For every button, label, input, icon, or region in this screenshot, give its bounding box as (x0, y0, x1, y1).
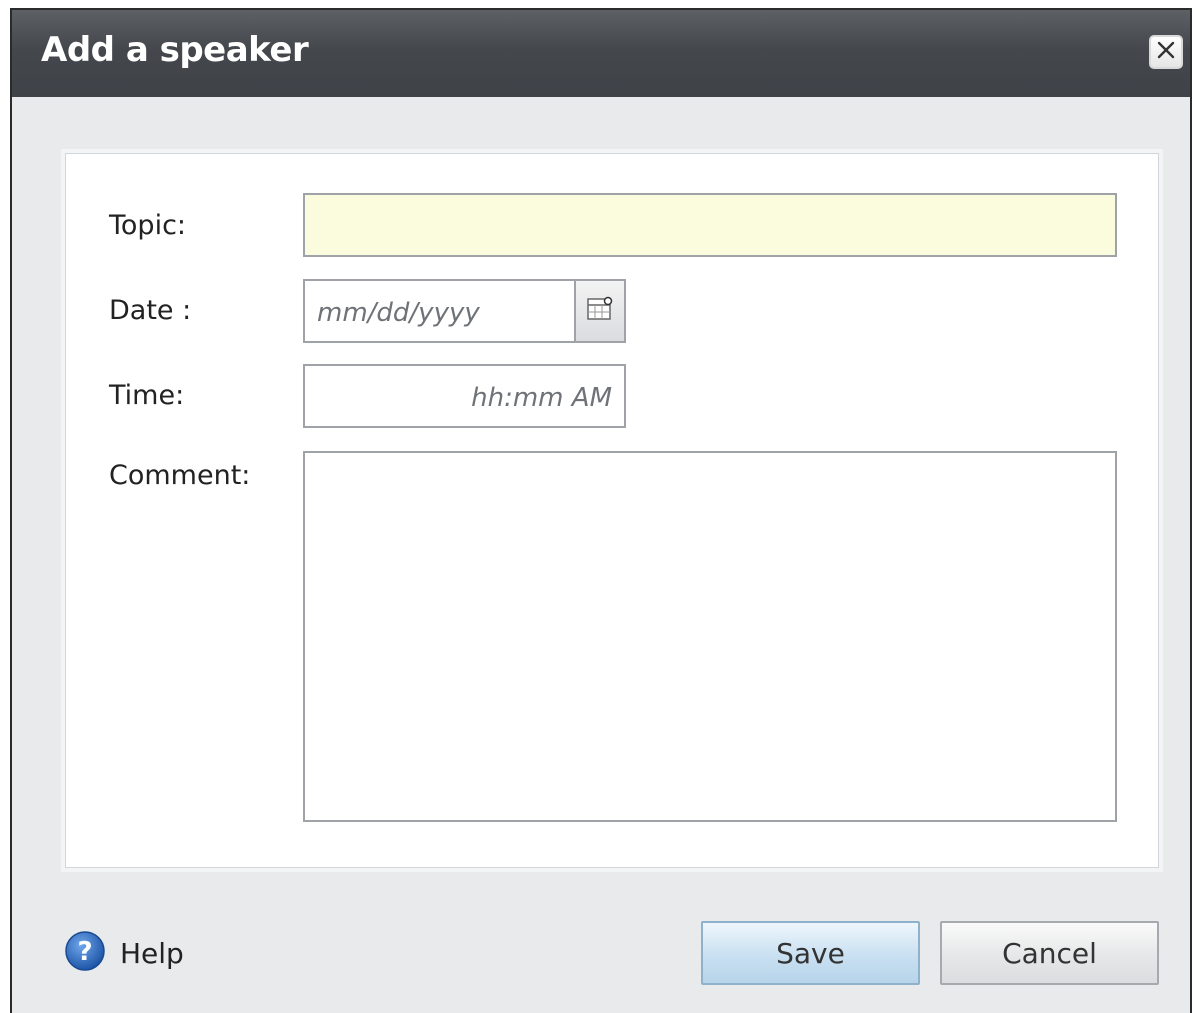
close-button[interactable] (1149, 35, 1183, 69)
calendar-icon (586, 295, 614, 327)
date-picker-button[interactable] (574, 279, 626, 343)
form-panel: Topic: Date : Time: Comment: (65, 153, 1159, 868)
close-icon (1155, 39, 1177, 65)
dialog-title: Add a speaker (41, 30, 309, 70)
help-icon: ? (64, 930, 106, 976)
topic-input[interactable] (303, 193, 1117, 257)
time-input[interactable] (303, 364, 626, 428)
date-label: Date : (109, 295, 192, 326)
add-speaker-dialog: Add a speaker Topic: Date : mm/dd/yyyy T… (10, 8, 1192, 1013)
comment-textarea[interactable] (303, 451, 1117, 822)
date-input[interactable] (303, 279, 575, 343)
help-label: Help (120, 936, 184, 970)
time-label: Time: (109, 380, 185, 411)
comment-label: Comment: (109, 460, 251, 491)
help-link[interactable]: ? Help (64, 930, 184, 976)
topic-label: Topic: (109, 210, 187, 241)
save-button[interactable]: Save (701, 921, 920, 985)
cancel-button[interactable]: Cancel (940, 921, 1159, 985)
svg-text:?: ? (77, 937, 92, 967)
dialog-titlebar[interactable]: Add a speaker (12, 10, 1190, 97)
